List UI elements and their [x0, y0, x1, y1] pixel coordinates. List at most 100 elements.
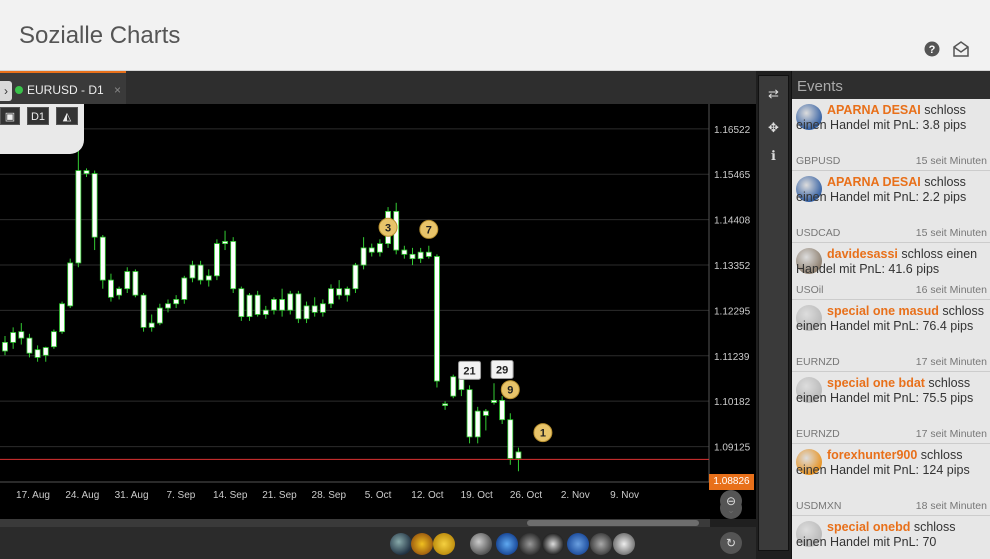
avatar[interactable] — [470, 533, 492, 555]
candlestick-chart[interactable]: 1.16522 1.15465 1.14408 1.13352 1.12295 1.112… — [0, 104, 756, 519]
event-username[interactable]: special onebd — [827, 520, 910, 534]
candle-body[interactable] — [140, 294, 147, 328]
candle-body[interactable] — [287, 293, 294, 311]
candle-body[interactable] — [295, 293, 302, 320]
candle-body[interactable] — [515, 451, 522, 459]
candle-body[interactable] — [279, 299, 286, 311]
candle-body[interactable] — [213, 243, 220, 277]
candle-body[interactable] — [246, 294, 253, 318]
candle-body[interactable] — [401, 249, 408, 255]
candle-body[interactable] — [189, 264, 196, 279]
screenshot-button[interactable]: ▣ — [0, 107, 20, 125]
avatar[interactable] — [567, 533, 589, 555]
candle-body[interactable] — [165, 303, 171, 309]
candle-body[interactable] — [319, 303, 326, 313]
refresh-icon[interactable]: ↻ — [720, 532, 742, 554]
event-username[interactable]: davidesassi — [827, 247, 898, 261]
candle-body[interactable] — [458, 378, 465, 391]
avatar[interactable] — [542, 533, 564, 555]
help-icon[interactable]: ? — [924, 41, 940, 57]
event-item[interactable]: special one masud schloss einen Handel m… — [792, 300, 990, 372]
candle-body[interactable] — [34, 349, 41, 358]
candle-body[interactable] — [132, 271, 139, 296]
event-username[interactable]: APARNA DESAI — [827, 103, 921, 117]
candle-body[interactable] — [499, 399, 506, 421]
candle-body[interactable] — [18, 331, 25, 339]
event-item[interactable]: APARNA DESAI schloss einen Handel mit Pn… — [792, 171, 990, 243]
avatar[interactable] — [496, 533, 518, 555]
candle-body[interactable] — [238, 288, 245, 318]
candle-body[interactable] — [352, 264, 359, 290]
chart-type-button[interactable]: ◭ — [56, 107, 78, 125]
zoom-out-icon[interactable]: ⊖ — [720, 490, 742, 512]
candle-body[interactable] — [2, 341, 8, 352]
candle-body[interactable] — [491, 399, 497, 403]
candle-body[interactable] — [328, 288, 334, 305]
event-username[interactable]: special one masud — [827, 304, 939, 318]
move-icon[interactable]: ✥ — [759, 118, 788, 138]
candle-body[interactable] — [417, 251, 424, 260]
candle-body[interactable] — [230, 241, 237, 290]
candle-body[interactable] — [51, 331, 57, 348]
candle-body[interactable] — [344, 288, 351, 296]
candle-body[interactable] — [376, 243, 383, 253]
chart-area[interactable]: 1.16522 1.15465 1.14408 1.13352 1.12295 1.112… — [0, 104, 756, 519]
candle-body[interactable] — [10, 332, 17, 343]
mail-icon[interactable] — [953, 41, 969, 57]
avatar[interactable] — [411, 533, 433, 555]
candle-body[interactable] — [108, 279, 114, 298]
candle-body[interactable] — [303, 305, 310, 320]
candle-body[interactable] — [59, 303, 65, 333]
candle-body[interactable] — [197, 264, 204, 281]
candle-body[interactable] — [26, 337, 33, 354]
avatar[interactable] — [433, 533, 455, 555]
tab-close-icon[interactable]: × — [114, 83, 121, 97]
candle-body[interactable] — [67, 262, 74, 307]
timeframe-button[interactable]: D1 — [27, 107, 49, 125]
candle-body[interactable] — [91, 173, 98, 238]
candle-body[interactable] — [474, 410, 481, 438]
scrollbar-thumb[interactable] — [527, 520, 699, 526]
candle-body[interactable] — [262, 309, 269, 315]
avatar[interactable] — [519, 533, 541, 555]
candle-body[interactable] — [360, 247, 367, 266]
event-item[interactable]: special one bdat schloss einen Handel mi… — [792, 372, 990, 444]
candle-body[interactable] — [482, 410, 489, 416]
candle-body[interactable] — [254, 294, 261, 315]
candle-body[interactable] — [124, 271, 131, 290]
candle-body[interactable] — [311, 305, 318, 313]
avatar[interactable] — [590, 533, 612, 555]
candle-body[interactable] — [425, 251, 432, 257]
candle-body[interactable] — [434, 256, 440, 382]
candle-body[interactable] — [409, 253, 416, 260]
candle-body[interactable] — [148, 322, 155, 328]
candle-body[interactable] — [466, 389, 473, 438]
event-item[interactable]: APARNA DESAI schloss einen Handel mit Pn… — [792, 99, 990, 171]
candle-body[interactable] — [173, 299, 180, 305]
event-username[interactable]: APARNA DESAI — [827, 175, 921, 189]
expand-panel-icon[interactable]: › — [0, 81, 12, 101]
swap-icon[interactable]: ⇄ — [759, 84, 788, 104]
candle-body[interactable] — [205, 275, 212, 281]
candle-body[interactable] — [156, 307, 163, 324]
event-username[interactable]: special one bdat — [827, 376, 925, 390]
info-icon[interactable]: ℹ — [759, 146, 788, 166]
candle-body[interactable] — [442, 403, 449, 406]
candle-body[interactable] — [368, 247, 375, 253]
chart-scrollbar[interactable] — [0, 519, 710, 527]
candle-body[interactable] — [181, 277, 188, 300]
candle-body[interactable] — [336, 288, 343, 296]
avatar[interactable] — [613, 533, 635, 555]
candle-body[interactable] — [75, 170, 82, 264]
candle-body[interactable] — [42, 347, 49, 356]
candle-body[interactable] — [271, 299, 277, 311]
candle-body[interactable] — [83, 170, 90, 174]
event-username[interactable]: forexhunter900 — [827, 448, 917, 462]
avatar[interactable] — [390, 533, 412, 555]
tab-eurusd-d1[interactable]: › EURUSD - D1 × — [0, 71, 126, 104]
candle-body[interactable] — [450, 376, 457, 397]
candle-body[interactable] — [99, 236, 106, 281]
candle-body[interactable] — [507, 419, 514, 459]
event-item[interactable]: special onebd schloss einen Handel mit P… — [792, 516, 990, 559]
event-item[interactable]: davidesassi schloss einen Handel mit PnL… — [792, 243, 990, 300]
